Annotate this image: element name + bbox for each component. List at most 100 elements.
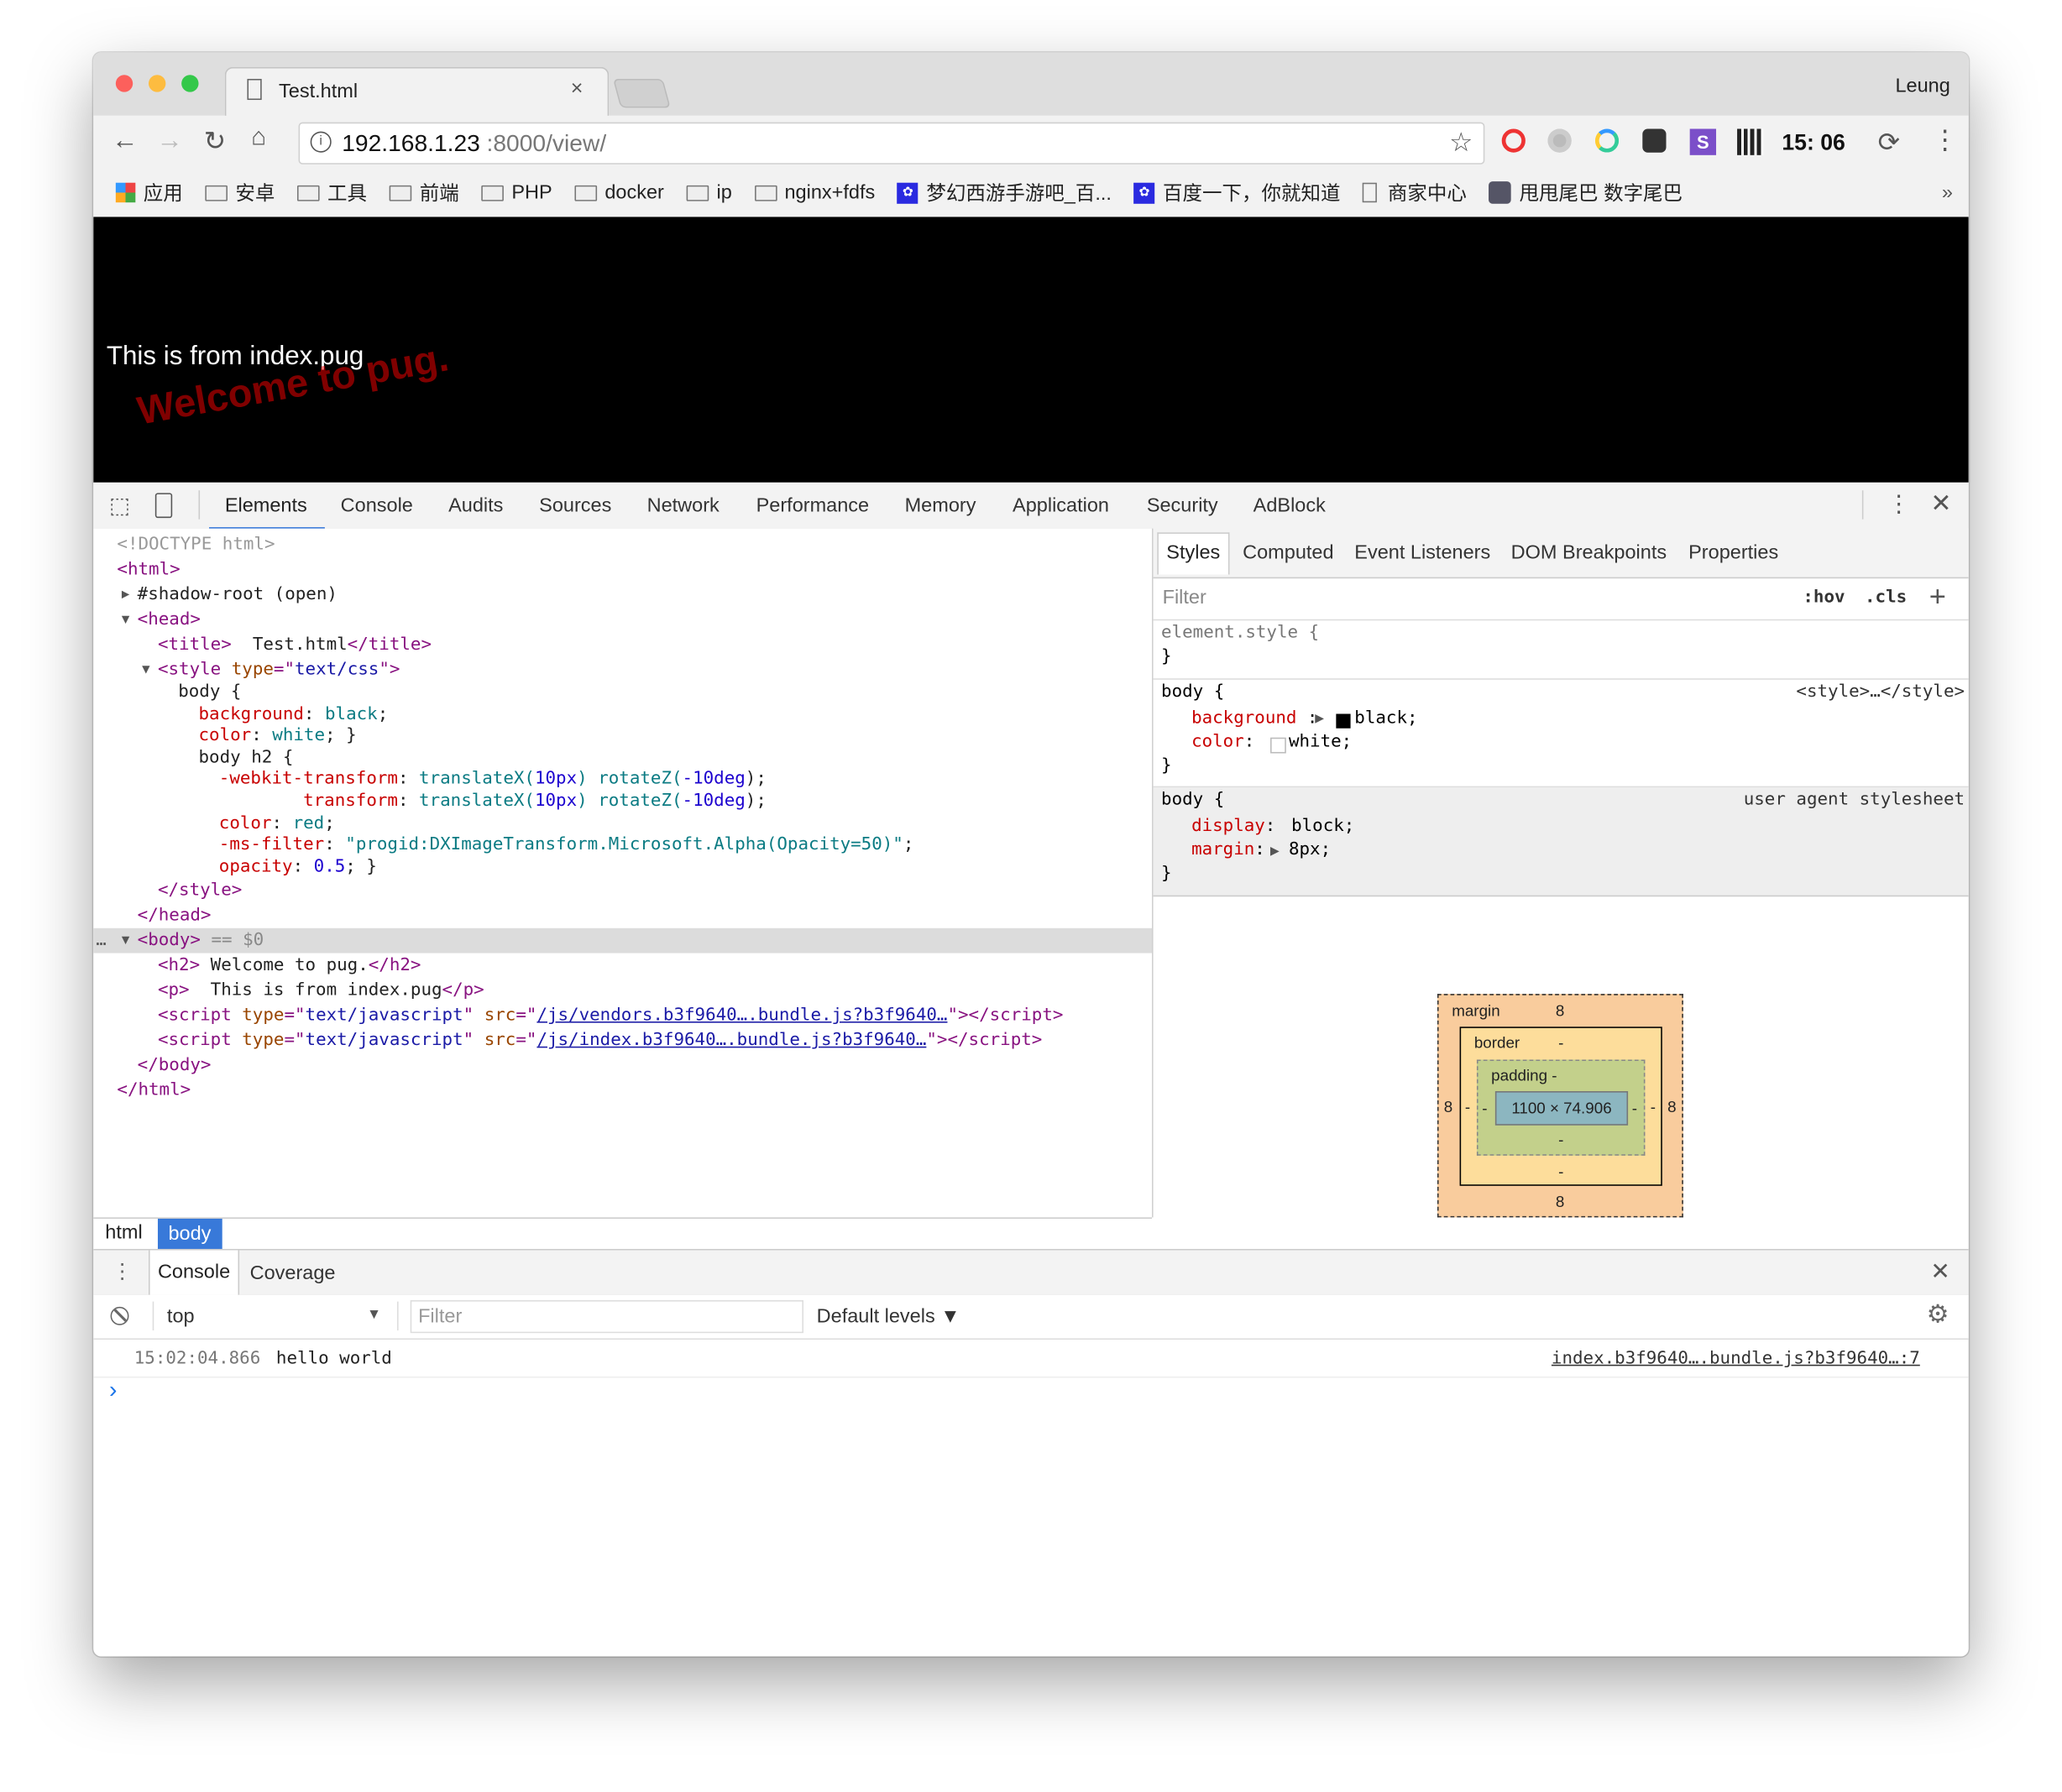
tab-elements[interactable]: Elements <box>225 494 307 517</box>
dom-line[interactable]: <p> This is from index.pug</p> <box>93 979 1152 1004</box>
context-select[interactable]: top <box>167 1305 195 1328</box>
device-toolbar-icon[interactable] <box>154 493 173 519</box>
drawer-close-icon[interactable]: ✕ <box>1930 1258 1950 1286</box>
tab-console[interactable]: Console <box>341 494 413 517</box>
box-model-margin[interactable]: margin 8 8 8 8 border - - - - padding - … <box>1437 994 1683 1218</box>
collapse-triangle-icon[interactable]: ▼ <box>122 608 129 633</box>
dom-line[interactable]: <html> <box>93 557 1152 583</box>
opera-extension-icon[interactable] <box>1501 128 1526 153</box>
dom-line[interactable]: color: red; <box>93 813 1152 835</box>
tab-adblock[interactable]: AdBlock <box>1253 494 1326 517</box>
cls-toggle[interactable]: .cls <box>1865 588 1907 607</box>
hov-toggle[interactable]: :hov <box>1803 588 1845 607</box>
box-model-padding[interactable]: padding - - - - 1100 × 74.906 <box>1476 1059 1646 1156</box>
dom-line[interactable]: <script type="text/javascript" src="/js/… <box>93 1028 1152 1053</box>
dom-line[interactable]: </style> <box>93 879 1152 904</box>
element-style-rule[interactable]: element.style { } <box>1153 620 1969 680</box>
home-icon[interactable]: ⌂ <box>251 123 266 152</box>
property-name[interactable]: background <box>1191 708 1296 728</box>
rule-source-link[interactable]: <style>…</style> <box>1796 682 1965 702</box>
margin-left-value[interactable]: 8 <box>1444 1098 1452 1116</box>
padding-left-value[interactable]: - <box>1482 1099 1487 1117</box>
bookmark-item[interactable]: nginx+fdfs <box>754 181 875 204</box>
padding-right-value[interactable]: - <box>1632 1099 1637 1117</box>
margin-right-value[interactable]: 8 <box>1667 1098 1676 1116</box>
collapse-triangle-icon[interactable]: ▼ <box>122 928 129 953</box>
extension-dark-icon[interactable] <box>1642 128 1667 153</box>
back-icon[interactable]: ← <box>112 126 138 156</box>
bookmark-item[interactable]: ✿ 梦幻西游手游吧_百... <box>897 179 1112 206</box>
styles-filter-input[interactable]: Filter <box>1163 587 1206 609</box>
dom-line[interactable]: </body> <box>93 1053 1152 1079</box>
bookmark-item[interactable]: docker <box>574 181 664 204</box>
bookmark-item[interactable]: 甩甩尾巴 数字尾巴 <box>1489 179 1683 206</box>
expand-triangle-icon[interactable]: ▶ <box>122 583 129 608</box>
breadcrumb-body[interactable]: body <box>157 1218 222 1249</box>
bookmark-item[interactable]: 应用 <box>115 179 183 206</box>
tab-sources[interactable]: Sources <box>539 494 611 517</box>
chrome-menu-icon[interactable]: ⋮ <box>1932 123 1958 156</box>
dom-line[interactable]: -ms-filter: "progid:DXImageTransform.Mic… <box>93 835 1152 857</box>
browser-tab[interactable]: Test.html × <box>224 66 610 118</box>
margin-top-value[interactable]: 8 <box>1556 1002 1564 1021</box>
log-source-link[interactable]: index.b3f9640….bundle.js?b3f9640…:7 <box>1552 1349 1920 1368</box>
dom-line[interactable]: </head> <box>93 904 1152 929</box>
devtools-close-icon[interactable]: ✕ <box>1930 489 1951 520</box>
border-right-value[interactable]: - <box>1651 1098 1656 1116</box>
user-agent-rule-body[interactable]: body { user agent stylesheet display: bl… <box>1153 787 1969 897</box>
sidebar-tab-dom-breakpoints[interactable]: DOM Breakpoints <box>1511 541 1667 564</box>
reload-icon[interactable]: ↻ <box>204 125 226 158</box>
new-style-rule-button[interactable]: + <box>1929 580 1946 614</box>
tab-security[interactable]: Security <box>1147 494 1218 517</box>
forward-icon[interactable]: → <box>156 126 182 156</box>
bookmark-item[interactable]: PHP <box>481 181 552 204</box>
extension-gray-icon[interactable] <box>1547 128 1572 153</box>
box-model-content[interactable]: 1100 × 74.906 <box>1494 1091 1629 1126</box>
sidebar-tab-styles[interactable]: Styles <box>1157 532 1230 575</box>
breadcrumb-html[interactable]: html <box>98 1220 149 1246</box>
tab-performance[interactable]: Performance <box>756 494 870 517</box>
bookmark-item[interactable]: 安卓 <box>205 179 275 206</box>
source-link[interactable]: /js/index.b3f9640….bundle.js?b3f9640… <box>536 1032 926 1051</box>
bookmark-star-icon[interactable]: ☆ <box>1449 126 1473 159</box>
dom-line[interactable]: <!DOCTYPE html> <box>93 532 1152 557</box>
minimize-window-button[interactable] <box>148 75 166 92</box>
bookmark-item[interactable]: ip <box>686 181 732 204</box>
dom-line[interactable]: <h2> Welcome to pug.</h2> <box>93 953 1152 979</box>
color-swatch-black[interactable] <box>1336 713 1351 729</box>
chevron-down-icon[interactable]: ▼ <box>367 1307 381 1323</box>
bookmark-item[interactable]: ✿ 百度一下，你就知道 <box>1133 179 1341 206</box>
close-window-button[interactable] <box>115 75 133 92</box>
extension-s-icon[interactable]: S <box>1689 128 1717 155</box>
dom-line[interactable]: opacity: 0.5; } <box>93 857 1152 879</box>
address-bar[interactable]: i 192.168.1.23 :8000/view/ ☆ <box>298 122 1485 165</box>
maximize-window-button[interactable] <box>181 75 199 92</box>
log-levels-select[interactable]: Default levels ▼ <box>817 1305 960 1328</box>
property-value[interactable]: white; <box>1289 732 1352 751</box>
more-dots-icon[interactable]: … <box>96 928 106 953</box>
dom-line[interactable]: background: black; <box>93 704 1152 726</box>
devtools-menu-icon[interactable]: ⋮ <box>1887 490 1911 518</box>
tab-memory[interactable]: Memory <box>905 494 976 517</box>
clear-console-icon[interactable] <box>110 1306 129 1325</box>
tab-network[interactable]: Network <box>647 494 720 517</box>
elements-dom-tree[interactable]: <!DOCTYPE html> <html> ▶ #shadow-root (open… <box>93 528 1154 1218</box>
console-filter-input[interactable]: Filter <box>410 1300 804 1334</box>
expand-triangle-icon[interactable]: ▶ <box>1315 711 1324 725</box>
extension-color-icon[interactable] <box>1594 128 1620 153</box>
dom-line[interactable]: ▶ #shadow-root (open) <box>93 583 1152 608</box>
bookmark-item[interactable]: 工具 <box>297 179 367 206</box>
dom-line[interactable]: ▼ <style type="text/css"> <box>93 657 1152 682</box>
border-top-value[interactable]: - <box>1558 1033 1563 1052</box>
sidebar-tab-properties[interactable]: Properties <box>1688 541 1778 564</box>
padding-bottom-value[interactable]: - <box>1558 1131 1563 1149</box>
border-left-value[interactable]: - <box>1465 1098 1470 1116</box>
dom-line[interactable]: <script type="text/javascript" src="/js/… <box>93 1004 1152 1029</box>
border-bottom-value[interactable]: - <box>1558 1162 1563 1181</box>
source-link[interactable]: /js/vendors.b3f9640….bundle.js?b3f9640… <box>536 1006 947 1026</box>
margin-bottom-value[interactable]: 8 <box>1556 1193 1564 1211</box>
dom-line[interactable]: ▼ <head> <box>93 608 1152 633</box>
box-model-border[interactable]: border - - - - padding - - - - 1100 × 74… <box>1459 1027 1662 1186</box>
new-tab-button[interactable] <box>612 78 671 108</box>
dom-line[interactable]: transform: translateX(10px) rotateZ(-10d… <box>93 792 1152 813</box>
